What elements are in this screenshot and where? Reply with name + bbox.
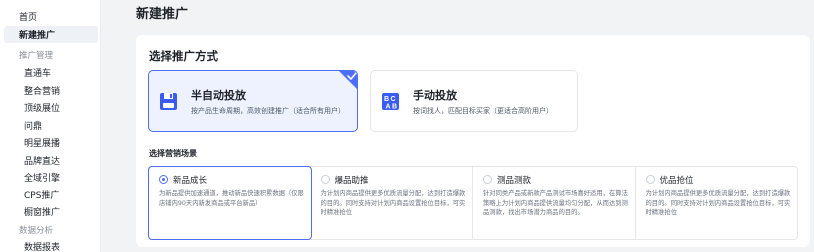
abc-icon: B C A B: [381, 92, 400, 111]
sidebar-item-home[interactable]: 首页: [19, 12, 37, 24]
scene-option-hot-product-boost[interactable]: 爆品助推 为计划内商品提供更多优质流量分配，达到打造爆款的目的。同时支持对计划内…: [311, 167, 473, 239]
sidebar: 首页 新建推广 推广管理 直通车 整合营销 顶级展位 问鼎 明星展播 品牌直达 …: [0, 0, 101, 252]
sidebar-item-star-showcase[interactable]: 明星展播: [24, 138, 60, 150]
sidebar-group-data-analysis: 数据分析: [19, 226, 54, 236]
selected-check-icon: [338, 71, 357, 90]
radio-icon[interactable]: [320, 175, 330, 184]
scene-option-product-testing[interactable]: 测品测款 针对同类产品或新款产品测试市场喜好适用，在算法策略上为计划内商品提供流…: [473, 167, 636, 239]
scene-name: 新品成长: [173, 176, 208, 186]
radio-icon[interactable]: [645, 175, 655, 184]
mode-desc-manual: 按词找人，匹配目标买家（更适合高阶用户）: [413, 107, 553, 115]
sidebar-item-omni-engine[interactable]: 全域引擎: [24, 173, 60, 185]
scene-name: 优品抢位: [659, 176, 694, 186]
mode-name-semi-auto: 半自动投放: [191, 89, 246, 102]
scene-desc: 针对同类产品或新款产品测试市场喜好适用，在算法策略上为计划内商品提供流量均匀分配…: [483, 190, 628, 217]
scene-desc: 为新品提供加速通道，推动新品快速积累数据（仅限店铺内90天内新发商品或平台新品）: [159, 190, 304, 207]
scene-section-title: 选择营销场景: [149, 149, 197, 158]
scene-option-quality-ranking[interactable]: 优品抢位 为计划内商品提供更多优质流量分配，达到打造爆款的目的。同时支持对计划内…: [636, 167, 798, 239]
scene-name: 爆品助推: [334, 176, 369, 186]
mode-desc-semi-auto: 按产品生命周期，高效创建推广（适合所有用户）: [191, 107, 345, 115]
sidebar-item-brand-direct[interactable]: 品牌直达: [24, 156, 60, 168]
radio-selected-icon[interactable]: [159, 175, 168, 184]
section-title: 选择推广方式: [149, 49, 218, 63]
svg-text:B: B: [392, 104, 397, 111]
radio-icon[interactable]: [483, 175, 492, 184]
page-title: 新建推广: [136, 7, 189, 22]
promotion-setup-card: 选择推广方式 半自动投放 按产品生命周期，高效创建推广（适合所有用户） B C …: [136, 35, 810, 247]
scene-desc: 为计划内商品提供更多优质流量分配，达到打造爆款的目的。同时支持对计划内商品设置抢…: [320, 190, 466, 217]
sidebar-item-express[interactable]: 直通车: [24, 68, 51, 80]
sidebar-group-promotion-management: 推广管理: [19, 51, 54, 61]
sidebar-item-top-booth[interactable]: 顶级展位: [24, 103, 60, 115]
scene-list: 新品成长 为新品提供加速通道，推动新品快速积累数据（仅限店铺内90天内新发商品或…: [148, 166, 798, 240]
mode-card-semi-auto[interactable]: 半自动投放 按产品生命周期，高效创建推广（适合所有用户）: [148, 70, 358, 132]
sidebar-item-integrated-marketing[interactable]: 整合营销: [24, 86, 60, 98]
svg-text:B: B: [384, 96, 389, 103]
scene-name: 测品测款: [497, 176, 532, 186]
mode-name-manual: 手动投放: [413, 89, 457, 102]
svg-text:A: A: [386, 104, 391, 111]
scene-desc: 为计划内商品提供更多优质流量分配，达到打造爆款的目的。同时支持对计划内商品设置抢…: [645, 190, 791, 217]
sidebar-item-data-report[interactable]: 数据报表: [24, 242, 60, 252]
mode-card-manual[interactable]: B C A B 手动投放 按词找人，匹配目标买家（更适合高阶用户）: [370, 70, 578, 132]
scene-option-new-product-growth[interactable]: 新品成长 为新品提供加速通道，推动新品快速积累数据（仅限店铺内90天内新发商品或…: [148, 166, 312, 240]
sidebar-item-showcase[interactable]: 橱窗推广: [24, 207, 60, 219]
svg-text:C: C: [391, 96, 396, 103]
sidebar-item-wending[interactable]: 问鼎: [24, 121, 42, 133]
sidebar-item-new-promotion[interactable]: 新建推广: [19, 30, 55, 42]
sidebar-item-cps[interactable]: CPS推广: [24, 190, 59, 202]
save-box-icon: [159, 92, 178, 111]
